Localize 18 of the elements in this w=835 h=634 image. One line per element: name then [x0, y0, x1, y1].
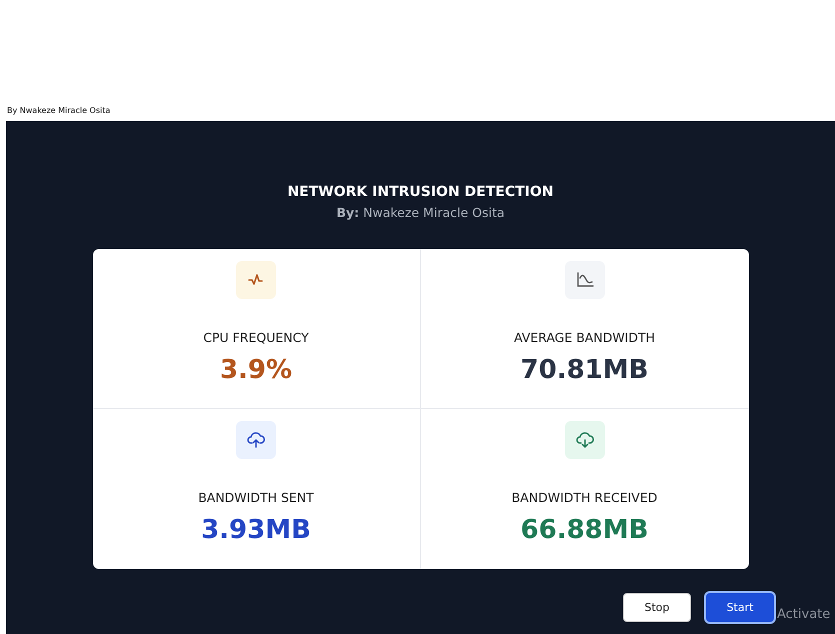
stat-value: 3.9%	[220, 355, 292, 385]
stop-button[interactable]: Stop	[623, 593, 691, 622]
stat-value: 70.81MB	[520, 355, 648, 385]
stat-label: BANDWIDTH RECEIVED	[512, 490, 658, 505]
stat-value: 66.88MB	[520, 515, 648, 545]
author-byline: By: Nwakeze Miracle Osita	[335, 205, 506, 220]
stat-value: 3.93MB	[201, 515, 311, 545]
stat-label: BANDWIDTH SENT	[198, 490, 314, 505]
stat-label: AVERAGE BANDWIDTH	[514, 330, 656, 345]
author-caption: By Nwakeze Miracle Osita	[6, 105, 112, 117]
cloud-download-icon	[576, 432, 594, 448]
start-button[interactable]: Start	[706, 593, 774, 622]
line-chart-icon	[576, 272, 594, 288]
os-notice: Activate	[777, 607, 832, 622]
cloud-upload-icon	[247, 432, 265, 448]
stat-label: CPU FREQUENCY	[203, 330, 309, 345]
page-title: NETWORK INTRUSION DETECTION	[287, 184, 554, 200]
pulse-icon	[248, 274, 264, 286]
